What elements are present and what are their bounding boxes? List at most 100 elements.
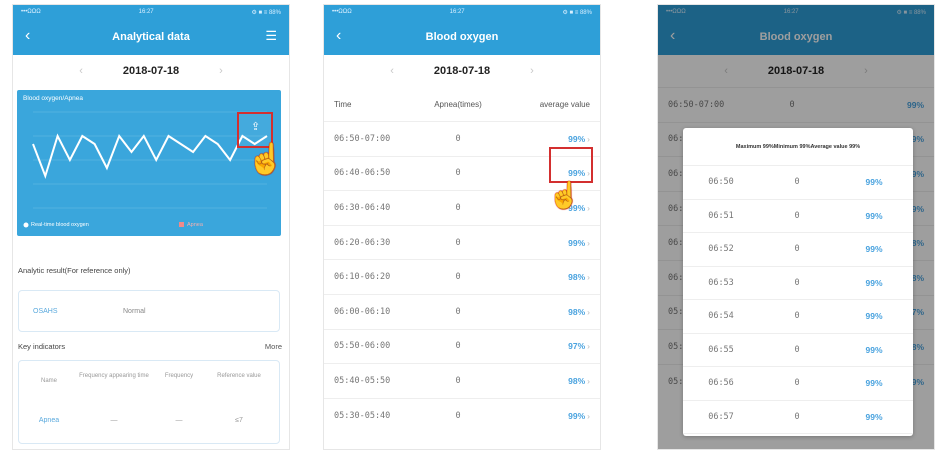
pointing-hand-icon: ☝ [548,180,581,210]
minute-value: 99% [865,411,883,422]
list-item: 06:52 0 99% [683,233,913,267]
chart-title: Blood oxygen/Apnea [23,95,83,102]
row-average: 99% › [500,134,600,144]
list-item: 06:50 0 99% [683,166,913,200]
row-time: 06:50-07:00 [334,133,391,144]
row-average: 98% › [500,307,600,317]
table-row[interactable]: 05:50-06:00 0 97% › [324,328,600,364]
row-apnea: 0 [455,375,461,386]
chevron-right-icon: › [587,202,590,213]
row-apnea: 0 [455,202,461,213]
row-name: Apnea [38,417,60,424]
table-row[interactable]: 06:00-06:10 0 98% › [324,293,600,329]
minute-value: 99% [865,378,883,389]
col-name: Name [40,378,57,384]
row-reference: ≤7 [235,417,243,424]
row-apnea: 0 [455,341,461,352]
next-date-icon[interactable]: › [530,65,534,77]
minute-value: 99% [865,344,883,355]
row-apnea: 0 [455,306,461,317]
legend-apnea: Apnea [187,222,203,228]
chevron-right-icon: › [587,341,590,352]
minute-time: 06:56 [708,378,734,389]
minute-time: 06:50 [708,177,734,188]
row-time: 06:40-06:50 [334,168,391,179]
row-average-value: 97% [568,341,586,352]
chevron-right-icon: › [587,306,590,317]
share-icon: ⇪ [251,121,261,133]
minute-value: 99% [865,311,883,322]
chevron-right-icon: › [587,410,590,421]
minute-time: 06:52 [708,244,734,255]
legend-realtime: Real-time blood oxygen [31,222,89,228]
list-item: 06:57 0 99% [683,401,913,434]
chevron-right-icon: › [587,272,590,283]
row-average-value: 98% [568,272,586,283]
minute-value: 99% [865,244,883,255]
row-average-value: 99% [568,237,586,248]
minute-apnea: 0 [794,411,800,422]
battery-text: ⚙ ■ ≡ 88% [562,9,592,16]
legend-dot-realtime [23,222,29,228]
osahs-card: OSAHS Normal [18,290,280,332]
header-average: average value [539,99,590,109]
row-time: 06:20-06:30 [334,237,391,248]
minute-apnea: 0 [794,177,800,188]
row-average: 99% › [500,238,600,248]
table-row[interactable]: 06:10-06:20 0 98% › [324,259,600,294]
chevron-right-icon: › [587,375,590,386]
analytic-result-label: Analytic result(For reference only) [18,266,131,275]
screen1-body: Blood oxygen/Apnea Real-time blood oxyge… [12,4,290,450]
header-apnea: Apnea(times) [434,99,482,109]
minute-apnea: 0 [794,344,800,355]
key-indicators-label: Key indicators [18,342,66,351]
more-link[interactable]: More [265,342,282,351]
pointing-hand-icon: ☝ [247,143,285,176]
header-time: Time [334,99,352,109]
row-time: 06:00-06:10 [334,306,391,317]
table-header: Time Apnea(times) average value [324,87,600,121]
minute-time: 06:53 [708,277,734,288]
prev-date-icon[interactable]: ‹ [390,65,394,77]
minute-time: 06:54 [708,311,734,322]
row-apnea: 0 [455,272,461,283]
minute-apnea: 0 [794,210,800,221]
table-row[interactable]: 06:20-06:30 0 99% › [324,224,600,260]
page-title: Blood oxygen [425,31,499,43]
minute-detail-dialog: Maximum 99%Minimum 99%Average value 99% … [683,128,913,436]
row-time: 05:40-05:50 [334,375,391,386]
list-item: 06:56 0 99% [683,367,913,401]
minute-value: 99% [865,277,883,288]
row-apnea: 0 [455,133,461,144]
legend-swatch-apnea [179,222,184,227]
minute-value: 99% [865,177,883,188]
col-frequency: Frequency [164,373,194,379]
clock-text: 16:27 [449,9,465,15]
minute-apnea: 0 [794,378,800,389]
row-average-value: 98% [568,375,586,386]
row-frequency: — [175,417,183,424]
minute-time: 06:55 [708,344,734,355]
back-icon[interactable]: ‹ [336,27,341,45]
minute-apnea: 0 [794,244,800,255]
row-time: 05:30-05:40 [334,410,391,421]
osahs-value: Normal [123,307,146,315]
row-time: 06:10-06:20 [334,272,391,283]
chevron-right-icon: › [587,133,590,144]
row-average: 98% › [500,376,600,386]
minute-value: 99% [865,210,883,221]
blood-oxygen-screen: •••ΩΩΩ 16:27 ⚙ ■ ≡ 88% ‹ Blood oxygen ‹ … [323,4,601,450]
row-apnea: 0 [455,410,461,421]
row-time: 05:50-06:00 [334,341,391,352]
chevron-right-icon: › [587,237,590,248]
list-item: 06:55 0 99% [683,334,913,367]
osahs-key: OSAHS [33,307,58,315]
row-average-value: 99% [568,410,586,421]
indicators-row: Apnea — — ≤7 [19,417,279,424]
col-frequency-time: Frequency appearing time [79,373,149,379]
date-text: 2018-07-18 [433,65,491,77]
series-line [32,133,268,180]
list-item: 06:51 0 99% [683,200,913,233]
table-row[interactable]: 05:30-05:40 0 99% › [324,397,600,433]
table-row[interactable]: 05:40-05:50 0 98% › [324,363,600,398]
